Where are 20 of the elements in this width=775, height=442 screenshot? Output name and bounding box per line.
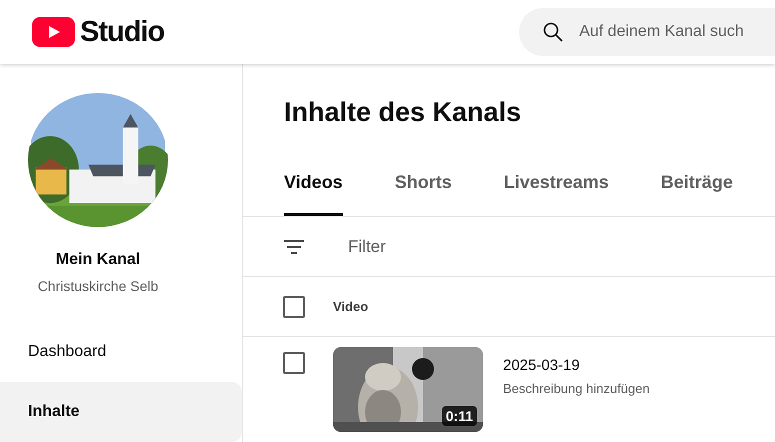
video-title[interactable]: 2025-03-19 (503, 357, 650, 374)
filter-field[interactable]: Filter (348, 236, 548, 256)
channel-name: Mein Kanal (54, 251, 142, 269)
column-header: Video (333, 299, 368, 314)
tab[interactable]: Beiträge (660, 148, 733, 216)
tab[interactable]: Livestreams (504, 148, 609, 216)
search-field[interactable]: Auf deinem Kanal such (579, 23, 775, 41)
duration-badge: 0:11 (442, 406, 477, 426)
checkbox[interactable] (283, 296, 305, 318)
page-title: Inhalte des Kanals (283, 96, 522, 129)
sidebar-item[interactable]: Inhalte (0, 382, 242, 442)
sidebar-item[interactable]: Dashboard (0, 322, 242, 382)
channel-subtitle: Christuskirche Selb (36, 278, 160, 294)
tab[interactable]: Videos (284, 148, 343, 216)
checkbox[interactable] (283, 352, 305, 374)
description-link[interactable]: Beschreibung hinzufügen (503, 381, 650, 396)
logo-icon (32, 17, 75, 47)
search-icon (541, 20, 566, 44)
tab[interactable]: Shorts (394, 148, 452, 216)
logo-text: Studio (80, 16, 164, 48)
